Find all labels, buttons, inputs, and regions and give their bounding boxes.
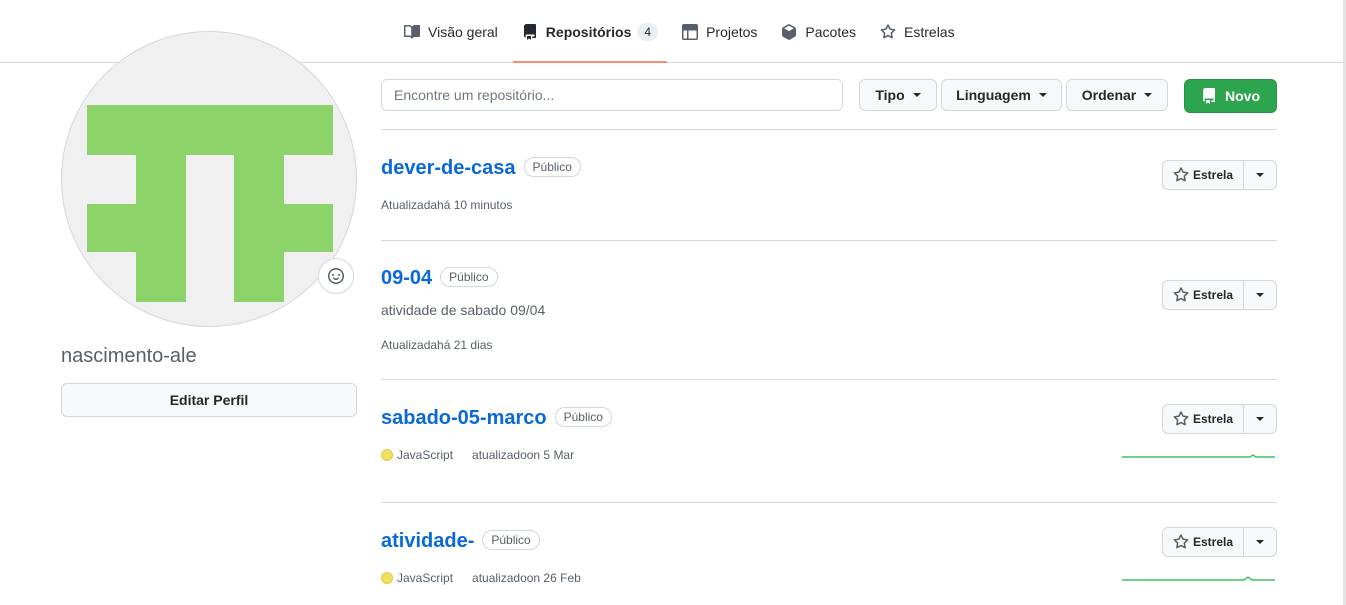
repository-meta: Atualizada há 10 minutos — [381, 198, 1277, 212]
visibility-badge: Público — [554, 407, 612, 427]
star-icon — [1173, 287, 1189, 302]
updated-label: Atualizada — [381, 338, 438, 352]
language-color-dot — [381, 449, 393, 461]
star-button[interactable]: Estrela — [1162, 160, 1244, 190]
updated-label: atualizado — [472, 571, 527, 585]
star-button-group: Estrela — [1162, 404, 1277, 434]
updated-time: on 26 Feb — [526, 571, 581, 585]
divider — [381, 502, 1277, 503]
chevron-down-icon — [1256, 540, 1264, 544]
tab-stars[interactable]: Estrelas — [871, 0, 964, 63]
divider — [381, 379, 1277, 380]
star-icon — [1173, 411, 1189, 426]
repository-language: JavaScript — [397, 571, 454, 585]
identicon-image — [87, 105, 333, 302]
repository-meta: Atualizada há 21 dias — [381, 338, 1277, 352]
repo-icon — [523, 23, 536, 40]
chevron-down-icon — [1256, 173, 1264, 177]
repository-name-link[interactable]: atividade- — [381, 530, 474, 552]
updated-time: on 5 Mar — [526, 448, 575, 462]
type-filter-dropdown[interactable]: Tipo — [859, 79, 937, 111]
tab-list: Visão geral Repositórios 4 Projetos Paco… — [395, 0, 970, 63]
activity-sparkline — [1122, 454, 1275, 458]
tab-packages[interactable]: Pacotes — [772, 0, 865, 63]
star-label: Estrela — [1192, 412, 1234, 426]
repository-name-link[interactable]: dever-de-casa — [381, 157, 516, 179]
repository-item: 09-04 Público atividade de sabado 09/04 A… — [381, 267, 1277, 379]
chevron-down-icon — [1038, 93, 1047, 97]
updated-time: há 10 minutos — [437, 198, 513, 212]
chevron-down-icon — [1256, 293, 1264, 297]
divider — [381, 129, 1277, 130]
star-list-dropdown[interactable] — [1244, 160, 1277, 190]
avatar[interactable] — [61, 31, 357, 327]
repository-name-link[interactable]: 09-04 — [381, 267, 432, 289]
star-button[interactable]: Estrela — [1162, 527, 1244, 557]
sort-dropdown[interactable]: Ordenar — [1066, 79, 1168, 111]
updated-label: atualizado — [472, 448, 527, 462]
type-filter-label: Tipo — [875, 87, 905, 103]
star-list-dropdown[interactable] — [1244, 404, 1277, 434]
language-filter-label: Linguagem — [956, 87, 1031, 103]
tab-projects-label: Projetos — [706, 23, 758, 40]
repositories-count-badge: 4 — [637, 22, 659, 41]
star-label: Estrela — [1192, 535, 1234, 549]
star-icon — [1173, 167, 1189, 182]
tab-stars-label: Estrelas — [904, 23, 955, 40]
repository-search-input[interactable] — [381, 79, 843, 111]
star-icon — [880, 23, 896, 38]
star-button-group: Estrela — [1162, 527, 1277, 557]
star-button-group: Estrela — [1162, 280, 1277, 310]
repository-name-link[interactable]: sabado-05-marco — [381, 407, 547, 429]
tab-repositories[interactable]: Repositórios 4 — [512, 0, 668, 63]
sort-label: Ordenar — [1081, 87, 1137, 103]
repository-item: atividade- Público JavaScript atualizado o… — [381, 527, 1277, 605]
smiley-icon — [328, 268, 344, 284]
chevron-down-icon — [1144, 93, 1153, 97]
profile-username: nascimento-ale — [61, 345, 197, 367]
set-status-button[interactable] — [318, 258, 354, 294]
divider — [381, 240, 1277, 241]
updated-time: há 21 dias — [437, 338, 493, 352]
new-repository-label: Novo — [1225, 88, 1260, 104]
star-list-dropdown[interactable] — [1244, 280, 1277, 310]
star-label: Estrela — [1192, 288, 1234, 302]
tab-packages-label: Pacotes — [805, 23, 857, 40]
visibility-badge: Público — [440, 267, 498, 287]
activity-sparkline — [1122, 576, 1275, 581]
edit-profile-button[interactable]: Editar Perfil — [61, 383, 357, 417]
chevron-down-icon — [1256, 417, 1264, 421]
star-button[interactable]: Estrela — [1162, 404, 1244, 434]
repository-item: sabado-05-marco Público JavaScript atuali… — [381, 404, 1277, 502]
chevron-down-icon — [912, 93, 921, 97]
tab-repositories-label: Repositórios — [545, 23, 632, 40]
table-icon — [682, 23, 699, 40]
repo-icon — [1203, 88, 1215, 104]
new-repository-button[interactable]: Novo — [1184, 79, 1277, 113]
repository-item: dever-de-casa Público Atualizada há 10 min… — [381, 157, 1277, 240]
tab-projects[interactable]: Projetos — [673, 0, 766, 63]
tab-overview[interactable]: Visão geral — [395, 0, 507, 63]
repository-description: atividade de sabado 09/04 — [381, 302, 546, 318]
visibility-badge: Público — [523, 157, 581, 177]
star-button[interactable]: Estrela — [1162, 280, 1244, 310]
language-filter-dropdown[interactable]: Linguagem — [941, 79, 1062, 111]
tab-overview-label: Visão geral — [428, 23, 498, 40]
book-icon — [404, 24, 420, 38]
star-list-dropdown[interactable] — [1244, 527, 1277, 557]
visibility-badge: Público — [482, 530, 540, 550]
updated-label: Atualizada — [381, 198, 438, 212]
star-button-group: Estrela — [1162, 160, 1277, 190]
language-color-dot — [381, 572, 393, 584]
star-icon — [1173, 534, 1189, 549]
package-icon — [782, 23, 797, 40]
star-label: Estrela — [1192, 168, 1234, 182]
repository-language: JavaScript — [397, 448, 454, 462]
